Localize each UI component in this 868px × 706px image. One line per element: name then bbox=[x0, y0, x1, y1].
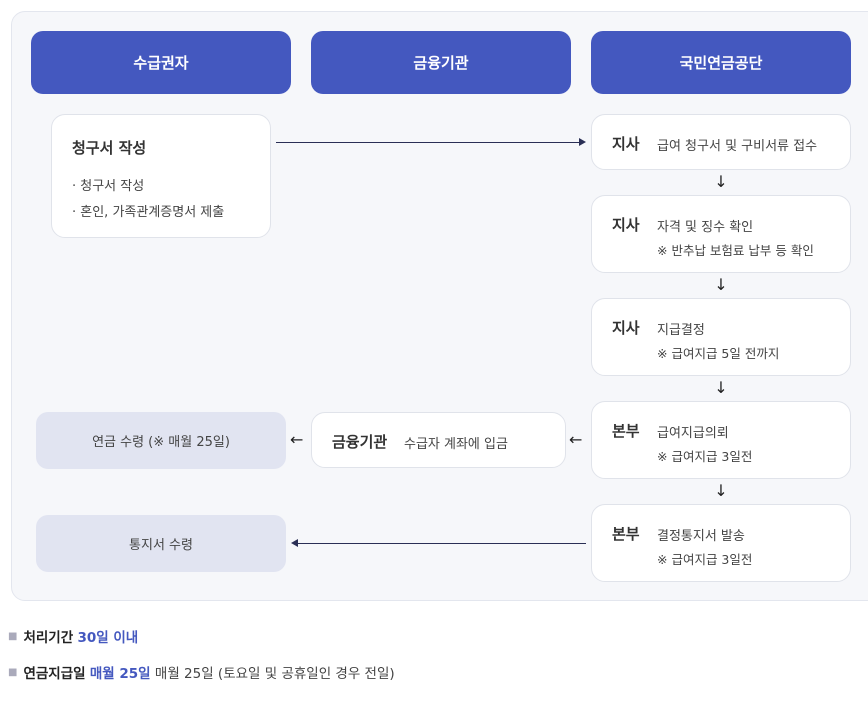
bullet-icon: ■ bbox=[8, 631, 18, 642]
payday-label: 연금지급일 bbox=[23, 666, 86, 682]
bank-card: 금융기관 수급자 계좌에 입금 bbox=[311, 412, 566, 468]
down-arrow: ↓ bbox=[714, 172, 728, 191]
step-desc: 자격 및 징수 확인 bbox=[657, 220, 754, 235]
period-label: 처리기간 bbox=[23, 630, 74, 646]
step-office: 지사 bbox=[612, 319, 640, 337]
step-office: 지사 bbox=[612, 216, 640, 234]
step-desc: 급여 청구서 및 구비서류 접수 bbox=[657, 139, 818, 154]
claim-card-item: · 청구서 작성 bbox=[72, 179, 145, 194]
left-arrow: ← bbox=[290, 430, 304, 449]
bullet-icon: ■ bbox=[8, 667, 18, 678]
step-note: ※ 급여지급 3일전 bbox=[657, 449, 753, 464]
bank-card-title: 금융기관 bbox=[332, 433, 388, 451]
step-note: ※ 급여지급 5일 전까지 bbox=[657, 346, 780, 361]
header-recipient: 수급권자 bbox=[31, 31, 291, 94]
arrow-line bbox=[298, 543, 586, 544]
header-bank: 금융기관 bbox=[311, 31, 571, 94]
step-desc: 급여지급의뢰 bbox=[657, 426, 729, 441]
arrow-line bbox=[276, 142, 579, 143]
bank-card-desc: 수급자 계좌에 입금 bbox=[404, 437, 508, 452]
step-office: 본부 bbox=[612, 422, 640, 440]
processing-period: ■ 처리기간 30일 이내 bbox=[8, 626, 138, 646]
notice-receipt: 통지서 수령 bbox=[36, 515, 286, 572]
period-value: 30일 이내 bbox=[77, 630, 139, 646]
step-card: 지사 지급결정 ※ 급여지급 5일 전까지 bbox=[591, 298, 851, 376]
step-card: 본부 결정통지서 발송 ※ 급여지급 3일전 bbox=[591, 504, 851, 582]
down-arrow: ↓ bbox=[714, 481, 728, 500]
header-nps: 국민연금공단 bbox=[591, 31, 851, 94]
arrow-head bbox=[291, 539, 298, 547]
step-desc: 결정통지서 발송 bbox=[657, 529, 745, 544]
payment-day: ■ 연금지급일 매월 25일 매월 25일 (토요일 및 공휴일인 경우 전일) bbox=[8, 662, 395, 682]
left-arrow: ← bbox=[569, 430, 583, 449]
step-office: 지사 bbox=[612, 135, 640, 153]
down-arrow: ↓ bbox=[714, 275, 728, 294]
claim-card-title: 청구서 작성 bbox=[72, 139, 147, 157]
step-card: 본부 급여지급의뢰 ※ 급여지급 3일전 bbox=[591, 401, 851, 479]
step-note: ※ 반추납 보험료 납부 등 확인 bbox=[657, 243, 814, 258]
step-card: 지사 급여 청구서 및 구비서류 접수 bbox=[591, 114, 851, 170]
step-card: 지사 자격 및 징수 확인 ※ 반추납 보험료 납부 등 확인 bbox=[591, 195, 851, 273]
claim-card: 청구서 작성 · 청구서 작성 · 혼인, 가족관계증명서 제출 bbox=[51, 114, 271, 238]
claim-card-item: · 혼인, 가족관계증명서 제출 bbox=[72, 205, 225, 220]
arrow-head bbox=[579, 138, 586, 146]
payday-note: 매월 25일 (토요일 및 공휴일인 경우 전일) bbox=[154, 666, 395, 682]
step-office: 본부 bbox=[612, 525, 640, 543]
pension-receipt: 연금 수령 (※ 매월 25일) bbox=[36, 412, 286, 469]
down-arrow: ↓ bbox=[714, 378, 728, 397]
step-desc: 지급결정 bbox=[657, 323, 705, 338]
payday-value: 매월 25일 bbox=[89, 666, 151, 682]
step-note: ※ 급여지급 3일전 bbox=[657, 552, 753, 567]
